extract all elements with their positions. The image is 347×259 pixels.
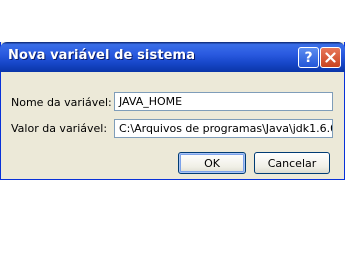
variable-value-label: Valor da variável: — [11, 122, 108, 135]
variable-value-input[interactable]: C:\Arquivos de programas\Java\jdk1.6.0_0 — [114, 119, 333, 138]
close-button[interactable] — [320, 47, 341, 68]
title-bar[interactable]: Nova variável de sistema ? — [0, 42, 345, 72]
cancel-button[interactable]: Cancelar — [254, 152, 330, 174]
dialog-title: Nova variável de sistema — [8, 48, 196, 63]
help-button[interactable]: ? — [298, 47, 319, 68]
variable-name-label: Nome da variável: — [11, 96, 112, 109]
close-icon — [325, 52, 336, 63]
help-icon: ? — [304, 49, 313, 66]
ok-button[interactable]: OK — [178, 152, 246, 174]
variable-name-input[interactable]: JAVA_HOME — [114, 92, 333, 111]
new-system-variable-dialog: Nova variável de sistema ? Nome da variá… — [0, 42, 345, 180]
